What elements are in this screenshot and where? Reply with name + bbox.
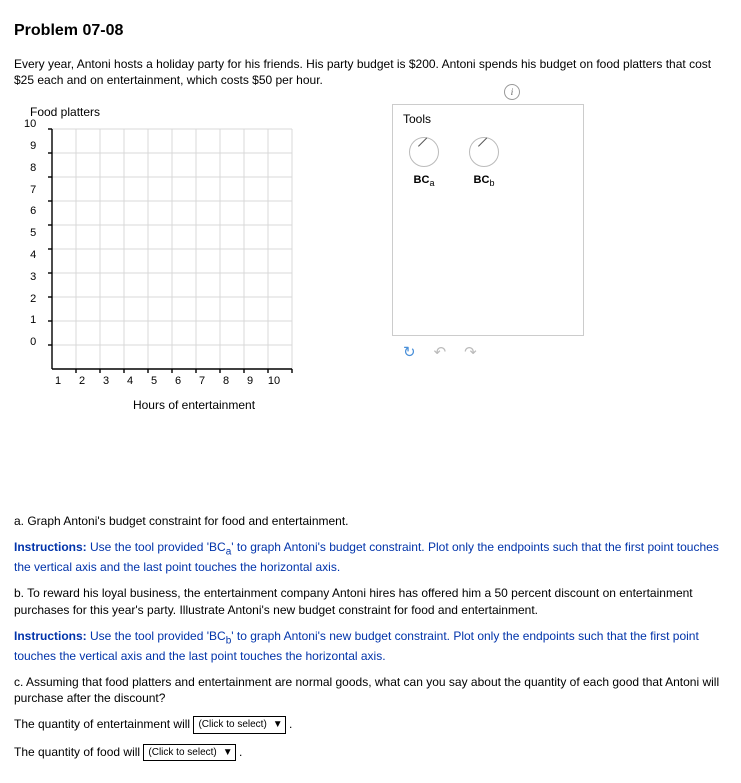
graph-canvas[interactable] <box>42 124 302 374</box>
page-title: Problem 07-08 <box>14 20 727 42</box>
problem-intro: Every year, Antoni hosts a holiday party… <box>14 56 727 88</box>
undo-icon[interactable]: ↶ <box>434 343 447 363</box>
tools-title: Tools <box>403 111 573 127</box>
question-b: b. To reward his loyal business, the ent… <box>14 585 727 617</box>
chart-area[interactable]: Food platters 109876543210 <box>24 104 364 413</box>
answer-line-entertainment: The quantity of entertainment will (Clic… <box>14 716 727 734</box>
answer-line-food: The quantity of food will (Click to sele… <box>14 744 727 762</box>
tool-bcb[interactable]: BCb <box>469 137 499 189</box>
instructions-a: Instructions: Use the tool provided 'BCa… <box>14 539 727 575</box>
line-tool-icon <box>409 137 439 167</box>
select-food[interactable]: (Click to select)▼ <box>143 744 235 762</box>
tool-bca[interactable]: BCa <box>409 137 439 189</box>
redo-icon[interactable]: ↷ <box>464 343 477 363</box>
x-axis-label: Hours of entertainment <box>24 397 364 413</box>
tool-bca-label: BCa <box>414 174 435 186</box>
question-c: c. Assuming that food platters and enter… <box>14 674 727 706</box>
tool-bcb-label: BCb <box>474 174 495 186</box>
info-icon[interactable]: i <box>504 84 520 100</box>
line-tool-icon <box>469 137 499 167</box>
instructions-b: Instructions: Use the tool provided 'BCb… <box>14 628 727 664</box>
question-a: a. Graph Antoni's budget constraint for … <box>14 513 727 529</box>
select-entertainment[interactable]: (Click to select)▼ <box>193 716 285 734</box>
intro-text: Every year, Antoni hosts a holiday party… <box>14 57 711 87</box>
x-ticks: 12345678910 <box>46 374 364 389</box>
reset-icon[interactable]: ↻ <box>403 343 416 363</box>
tools-panel: Tools BCa BCb ↻ ↶ ↷ <box>392 104 584 337</box>
y-axis-label: Food platters <box>30 104 364 120</box>
y-ticks: 109876543210 <box>24 124 36 364</box>
